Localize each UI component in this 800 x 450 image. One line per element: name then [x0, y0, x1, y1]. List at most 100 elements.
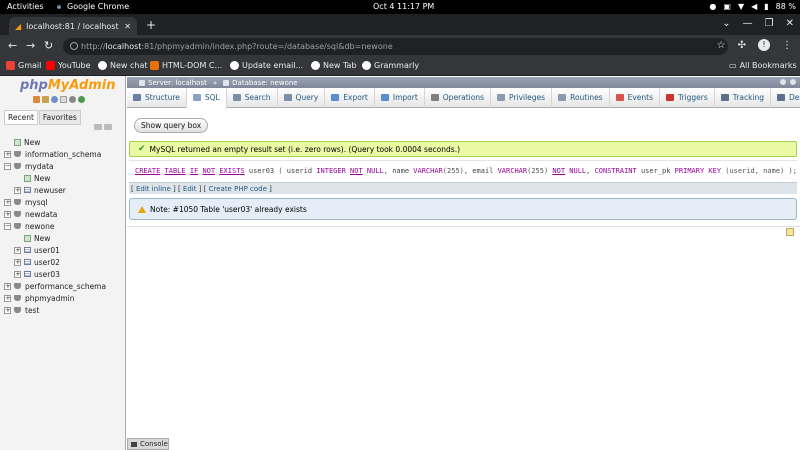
bookmark-html-dom[interactable]: HTML-DOM C... [150, 61, 222, 70]
breadcrumb-server[interactable]: Server: localhost [139, 79, 207, 87]
tab-label: SQL [204, 93, 220, 102]
tree-item-user02[interactable]: + user02 [4, 256, 124, 268]
tree-item-newuser[interactable]: + newuser [4, 184, 124, 196]
bookmark-grammarly[interactable]: Grammarly [362, 61, 419, 70]
structure-icon [133, 94, 141, 101]
close-tab-icon[interactable]: ✕ [124, 22, 131, 31]
tree-item-user03[interactable]: + user03 [4, 268, 124, 280]
tree-item-test[interactable]: + test [4, 304, 124, 316]
tab-search[interactable]: Search [227, 87, 278, 108]
link-with-main-icon[interactable] [104, 124, 112, 130]
display-icon: ▣ [723, 2, 731, 11]
breadcrumb-database[interactable]: Database: newone [223, 79, 298, 87]
tab-favorites[interactable]: Favorites [38, 110, 81, 125]
tab-title: localhost:81 / localhost [26, 21, 119, 31]
close-window-icon[interactable]: ✕ [786, 18, 794, 29]
edit-inline-link[interactable]: Edit inline [136, 185, 171, 193]
home-icon[interactable] [33, 96, 40, 103]
expand-icon[interactable]: + [14, 246, 21, 254]
console-toggle[interactable]: Console [127, 438, 169, 450]
reload-nav-icon[interactable] [78, 96, 85, 103]
bookmark-star-icon[interactable]: ☆ [717, 40, 726, 51]
profile-avatar[interactable]: ! [758, 39, 770, 51]
tab-routines[interactable]: Routines [552, 87, 610, 108]
tab-events[interactable]: Events [610, 87, 661, 108]
expand-icon[interactable]: + [14, 270, 21, 278]
all-bookmarks[interactable]: ▭ All Bookmarks [729, 61, 797, 70]
collapse-all-icon[interactable] [94, 124, 102, 130]
minimize-icon[interactable]: — [743, 18, 753, 29]
expand-icon[interactable]: + [4, 294, 11, 302]
expand-icon[interactable]: + [4, 198, 11, 206]
back-icon[interactable]: ← [8, 39, 17, 52]
show-query-box-button[interactable]: Show query box [134, 118, 209, 133]
tree-item-mydata[interactable]: − mydata [4, 160, 124, 172]
tree-item-user01[interactable]: + user01 [4, 244, 124, 256]
tab-tracking[interactable]: Tracking [715, 87, 772, 108]
tree-item-newdata[interactable]: + newdata [4, 208, 124, 220]
extensions-icon[interactable]: ✣ [738, 40, 746, 51]
bookmark-new-tab[interactable]: New Tab [311, 61, 357, 70]
tree-item-newone[interactable]: − newone [4, 220, 124, 232]
maximize-icon[interactable]: ❐ [765, 18, 774, 29]
bookmark-youtube[interactable]: YouTube [46, 61, 91, 70]
tree-item-label: user03 [34, 269, 60, 279]
chrome-menu-icon[interactable]: ⋮ [782, 40, 792, 51]
tree-item-mysql[interactable]: + mysql [4, 196, 124, 208]
wifi-icon: ▼ [737, 2, 745, 11]
activities-button[interactable]: Activities [7, 2, 44, 11]
expand-icon[interactable]: + [4, 306, 11, 314]
tab-designer[interactable]: Designer [771, 88, 800, 108]
tree-item-new[interactable]: New [4, 172, 124, 184]
bookmark-new-chat[interactable]: New chat [98, 61, 148, 70]
browser-tab[interactable]: ◢ localhost:81 / localhost ✕ [9, 17, 137, 35]
tab-operations[interactable]: Operations [425, 87, 492, 108]
bookmark-gmail[interactable]: Gmail [6, 61, 41, 70]
sql-docs-icon[interactable] [60, 96, 67, 103]
reload-icon[interactable]: ↻ [44, 39, 53, 52]
tab-sql[interactable]: SQL [186, 87, 227, 108]
collapse-icon[interactable] [790, 79, 796, 85]
tab-privileges[interactable]: Privileges [491, 87, 553, 108]
logout-icon[interactable] [42, 96, 49, 103]
expand-icon[interactable]: + [14, 258, 21, 266]
site-info-icon[interactable] [70, 42, 78, 50]
app-menu[interactable]: Google Chrome [55, 2, 129, 11]
expand-icon[interactable]: − [4, 162, 11, 170]
expand-icon[interactable]: + [4, 150, 11, 158]
address-bar[interactable]: http://localhost:81/phpmyadmin/index.php… [63, 38, 728, 55]
tree-item-label: New [34, 233, 51, 243]
expand-icon[interactable]: + [14, 186, 21, 194]
new-tab-button[interactable]: + [146, 18, 156, 32]
console-label: Console [140, 440, 168, 448]
settings-icon[interactable] [69, 96, 76, 103]
tree-item-new[interactable]: New [4, 136, 124, 148]
print-icon[interactable] [786, 228, 794, 236]
url-host: localhost [105, 42, 142, 51]
docs-icon[interactable] [51, 96, 58, 103]
edit-link[interactable]: Edit [183, 185, 197, 193]
settings-icon[interactable] [780, 79, 786, 85]
phpmyadmin-logo[interactable]: phpMyAdmin [20, 78, 116, 93]
tree-item-new[interactable]: New [4, 232, 124, 244]
tab-export[interactable]: Export [325, 87, 375, 108]
create-php-code-link[interactable]: Create PHP code [209, 185, 267, 193]
expand-icon[interactable]: + [4, 210, 11, 218]
tree-item-label: New [24, 137, 41, 147]
tree-item-information-schema[interactable]: + information_schema [4, 148, 124, 160]
tab-search-icon[interactable]: ⌄ [722, 18, 730, 29]
system-tray[interactable]: ● ▣ ▼ ◀ ▮ 88 % [709, 2, 796, 11]
expand-icon[interactable]: − [4, 222, 11, 230]
tab-structure[interactable]: Structure [127, 87, 187, 108]
clock[interactable]: Oct 4 11:17 PM [373, 2, 434, 11]
expand-icon[interactable]: + [4, 282, 11, 290]
tab-label: Structure [145, 93, 180, 102]
tab-recent[interactable]: Recent [4, 110, 38, 125]
forward-icon[interactable]: → [26, 39, 35, 52]
tree-item-phpmyadmin[interactable]: + phpmyadmin [4, 292, 124, 304]
tree-item-performance-schema[interactable]: + performance_schema [4, 280, 124, 292]
tab-import[interactable]: Import [375, 87, 425, 108]
bookmark-update-email[interactable]: Update email... [230, 61, 303, 70]
tab-query[interactable]: Query [278, 87, 326, 108]
tab-triggers[interactable]: Triggers [660, 87, 715, 108]
